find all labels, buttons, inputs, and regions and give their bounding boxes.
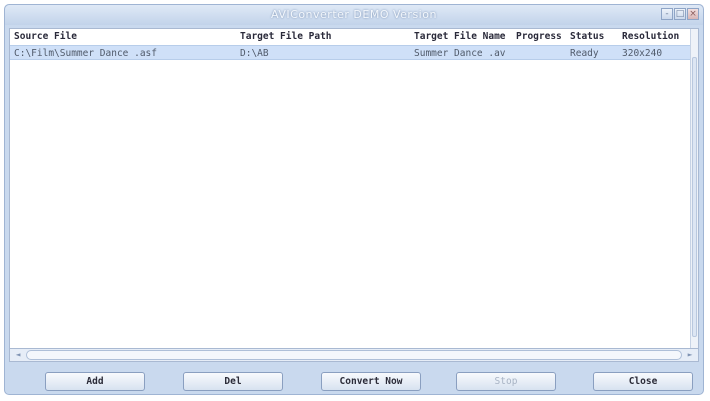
vertical-scrollbar[interactable] [690,29,698,348]
cell-source-file: C:\Film\Summer Dance .asf [14,48,157,59]
header-progress[interactable]: Progress [516,30,570,44]
header-source-file[interactable]: Source File [14,30,236,44]
stop-button[interactable]: Stop [456,372,556,391]
title-bar[interactable]: AVIConverter DEMO Version - □ × [5,5,703,25]
cell-target-file-name: Summer Dance .av [414,48,506,59]
horizontal-scrollbar[interactable]: ◄ ► [9,348,699,362]
close-button[interactable]: Close [593,372,693,391]
file-list[interactable]: Source File Target File Path Target File… [9,28,699,349]
minimize-button[interactable]: - [661,8,673,20]
cell-resolution: 320x240 [622,48,663,59]
table-row[interactable]: C:\Film\Summer Dance .asf D:\AB Summer D… [10,45,696,60]
vertical-scroll-thumb[interactable] [692,57,697,337]
scroll-left-icon[interactable]: ◄ [12,350,24,360]
header-target-file-path[interactable]: Target File Path [240,30,410,44]
scroll-right-icon[interactable]: ► [684,350,696,360]
header-status[interactable]: Status [570,30,620,44]
window-title: AVIConverter DEMO Version [271,8,437,21]
cell-target-file-path: D:\AB [240,48,269,59]
close-window-button[interactable]: × [687,8,699,20]
convert-now-button[interactable]: Convert Now [321,372,421,391]
maximize-button[interactable]: □ [674,8,686,20]
cell-status: Ready [570,48,599,59]
del-button[interactable]: Del [183,372,283,391]
add-button[interactable]: Add [45,372,145,391]
header-resolution[interactable]: Resolution [622,30,688,44]
horizontal-scroll-thumb[interactable] [26,350,682,360]
table-header: Source File Target File Path Target File… [10,30,696,44]
app-window: AVIConverter DEMO Version - □ × Source F… [4,4,704,395]
window-controls: - □ × [661,8,699,21]
header-target-file-name[interactable]: Target File Name [414,30,516,44]
